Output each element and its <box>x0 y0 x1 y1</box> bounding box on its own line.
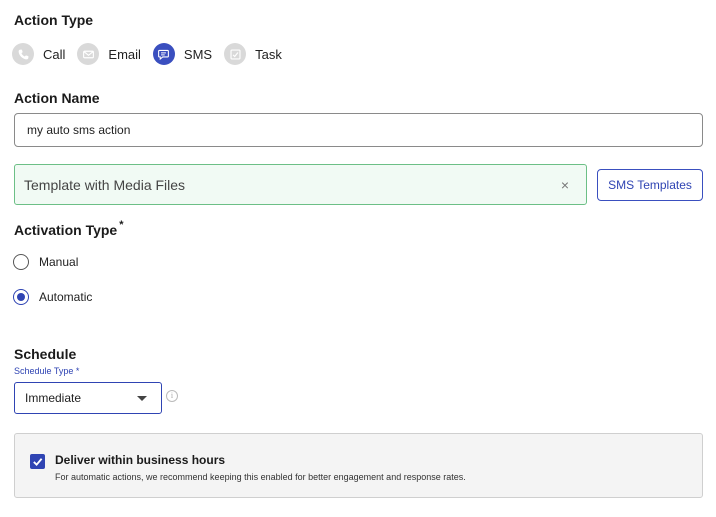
business-hours-title: Deliver within business hours <box>55 453 226 467</box>
action-type-task[interactable]: Task <box>224 43 282 65</box>
email-icon <box>77 43 100 65</box>
schedule-type-value: Immediate <box>25 391 82 405</box>
chevron-down-icon <box>137 395 147 401</box>
info-icon[interactable]: i <box>166 390 178 402</box>
action-type-call[interactable]: Call <box>12 43 65 65</box>
selected-template-name: Template with Media Files <box>24 176 186 193</box>
business-hours-description: For automatic actions, we recommend keep… <box>55 472 466 482</box>
selected-template-field[interactable]: Template with Media Files × <box>14 164 587 205</box>
action-name-input[interactable] <box>14 113 703 147</box>
action-type-email-label: Email <box>108 46 141 62</box>
action-type-sms-label: SMS <box>183 46 213 62</box>
chat-icon <box>152 43 175 65</box>
action-type-email[interactable]: Email <box>77 43 141 65</box>
business-hours-checkbox[interactable] <box>30 454 45 469</box>
clear-template-icon[interactable]: × <box>555 177 575 193</box>
action-type-task-label: Task <box>255 46 282 62</box>
task-icon <box>224 43 247 65</box>
business-hours-panel: Deliver within business hours For automa… <box>14 433 703 498</box>
activation-manual-option[interactable]: Manual <box>13 254 78 270</box>
checkmark-icon <box>33 458 43 467</box>
phone-icon <box>12 43 34 65</box>
activation-manual-label: Manual <box>39 255 79 269</box>
activation-automatic-radio[interactable] <box>13 289 29 305</box>
activation-automatic-option[interactable]: Automatic <box>13 289 92 305</box>
action-type-call-label: Call <box>43 46 66 62</box>
schedule-type-label: Schedule Type * <box>14 366 80 376</box>
action-name-heading: Action Name <box>14 90 100 106</box>
activation-type-title: Activation Type <box>14 222 118 238</box>
action-type-selector: Call Email SMS Task <box>12 43 294 65</box>
schedule-heading: Schedule <box>14 346 77 362</box>
required-marker: * <box>119 219 124 231</box>
sms-templates-button[interactable]: SMS Templates <box>597 169 703 201</box>
activation-type-heading: Activation Type * <box>14 219 124 238</box>
action-type-heading: Action Type <box>14 12 94 28</box>
activation-automatic-label: Automatic <box>39 290 93 304</box>
action-type-sms[interactable]: SMS <box>152 43 213 65</box>
schedule-type-select[interactable]: Immediate <box>14 382 162 414</box>
activation-manual-radio[interactable] <box>13 254 29 270</box>
